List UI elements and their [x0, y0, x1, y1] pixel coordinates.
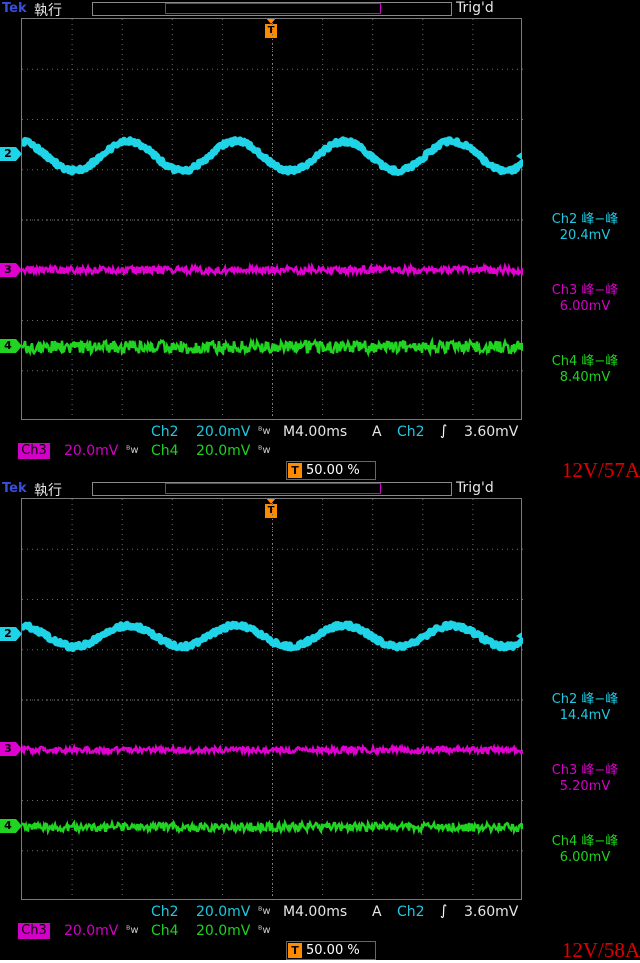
ch4-ground-marker[interactable]: 4 — [0, 339, 16, 353]
ch3-measurement-value: 6.00mV — [530, 299, 640, 315]
run-state: 執行 — [34, 480, 62, 500]
trigger-source: Ch2 — [397, 424, 425, 440]
ch2-measurement: Ch2 峰−峰 20.4mV — [530, 212, 640, 244]
trigger-position-readout: T 50.00 % — [286, 941, 376, 960]
ch4-bw-icon: ᴮw — [258, 925, 271, 936]
graticule — [21, 498, 522, 900]
trigger-slope-icon: ∫ — [440, 903, 447, 919]
ch3-scale-label: Ch3 — [18, 443, 50, 459]
ch3-trace — [22, 266, 523, 274]
ch3-ground-marker[interactable]: 3 — [0, 742, 16, 756]
trigger-position-icon: T — [288, 943, 302, 958]
ch4-trace — [22, 823, 523, 832]
ch4-measurement: Ch4 峰−峰 8.40mV — [530, 354, 640, 386]
waveform-display — [22, 19, 523, 421]
ch3-measurement-label: Ch3 峰−峰 — [530, 763, 640, 779]
ch2-bw-icon: ᴮw — [258, 426, 271, 437]
graticule — [21, 18, 522, 420]
ch4-scale-value: 20.0mV — [196, 923, 250, 939]
ch4-measurement-label: Ch4 峰−峰 — [530, 354, 640, 370]
ch3-scale-value: 20.0mV — [64, 923, 118, 939]
timebase: M4.00ms — [283, 424, 347, 440]
ch2-measurement-value: 14.4mV — [530, 708, 640, 724]
ch2-scale-label: Ch2 — [151, 904, 179, 920]
ch3-measurement: Ch3 峰−峰 5.20mV — [530, 763, 640, 795]
ch2-bw-icon: ᴮw — [258, 906, 271, 917]
ch2-scale-value: 20.0mV — [196, 424, 250, 440]
ch2-measurement-value: 20.4mV — [530, 228, 640, 244]
trigger-level-icon — [516, 152, 522, 160]
ch3-measurement: Ch3 峰−峰 6.00mV — [530, 283, 640, 315]
trigger-position-value: 50.00 % — [306, 463, 360, 478]
ch2-scale-label: Ch2 — [151, 424, 179, 440]
scope-screen-1: Tek 執行 Trig'd T 2 3 4 Ch2 峰−峰 20.4mV Ch3… — [0, 0, 640, 480]
brand-logo: Tek — [2, 1, 27, 16]
caption-2: 12V/58A — [562, 938, 640, 963]
ch3-bw-icon: ᴮw — [126, 925, 139, 936]
top-status-bar: Tek 執行 Trig'd — [0, 0, 640, 18]
ch4-scale-label: Ch4 — [151, 443, 179, 459]
trigger-status: Trig'd — [456, 0, 494, 16]
ch3-measurement-label: Ch3 峰−峰 — [530, 283, 640, 299]
waveform-display — [22, 499, 523, 901]
ch2-ground-marker[interactable]: 2 — [0, 147, 16, 161]
scope-screen-2: Tek 執行 Trig'd T 2 3 4 Ch2 峰−峰 14.4mV Ch3… — [0, 480, 640, 960]
record-view-window — [165, 3, 381, 14]
ch4-bw-icon: ᴮw — [258, 445, 271, 456]
trigger-level-icon — [516, 632, 522, 640]
timebase: M4.00ms — [283, 904, 347, 920]
ch2-measurement-label: Ch2 峰−峰 — [530, 692, 640, 708]
ch3-trace — [22, 747, 523, 753]
ch2-scale-value: 20.0mV — [196, 904, 250, 920]
trigger-mode: A — [372, 424, 382, 440]
ch2-measurement-label: Ch2 峰−峰 — [530, 212, 640, 228]
trigger-position-readout: T 50.00 % — [286, 461, 376, 480]
ch4-measurement-label: Ch4 峰−峰 — [530, 834, 640, 850]
trigger-mode: A — [372, 904, 382, 920]
brand-logo: Tek — [2, 481, 27, 496]
ch4-scale-label: Ch4 — [151, 923, 179, 939]
trigger-level: 3.60mV — [464, 424, 518, 440]
trigger-level: 3.60mV — [464, 904, 518, 920]
ch3-scale-label: Ch3 — [18, 923, 50, 939]
ch4-scale-value: 20.0mV — [196, 443, 250, 459]
trigger-status: Trig'd — [456, 480, 494, 496]
ch4-ground-marker[interactable]: 4 — [0, 819, 16, 833]
trigger-slope-icon: ∫ — [440, 423, 447, 439]
ch4-measurement-value: 6.00mV — [530, 850, 640, 866]
ch3-ground-marker[interactable]: 3 — [0, 263, 16, 277]
trigger-source: Ch2 — [397, 904, 425, 920]
ch3-scale-value: 20.0mV — [64, 443, 118, 459]
ch2-ground-marker[interactable]: 2 — [0, 627, 16, 641]
trigger-position-icon: T — [288, 463, 302, 478]
record-view-window — [165, 483, 381, 494]
ch4-measurement: Ch4 峰−峰 6.00mV — [530, 834, 640, 866]
run-state: 執行 — [34, 0, 62, 20]
ch2-measurement: Ch2 峰−峰 14.4mV — [530, 692, 640, 724]
trigger-position-value: 50.00 % — [306, 943, 360, 958]
ch4-measurement-value: 8.40mV — [530, 370, 640, 386]
top-status-bar: Tek 執行 Trig'd — [0, 480, 640, 498]
ch3-measurement-value: 5.20mV — [530, 779, 640, 795]
ch3-bw-icon: ᴮw — [126, 445, 139, 456]
